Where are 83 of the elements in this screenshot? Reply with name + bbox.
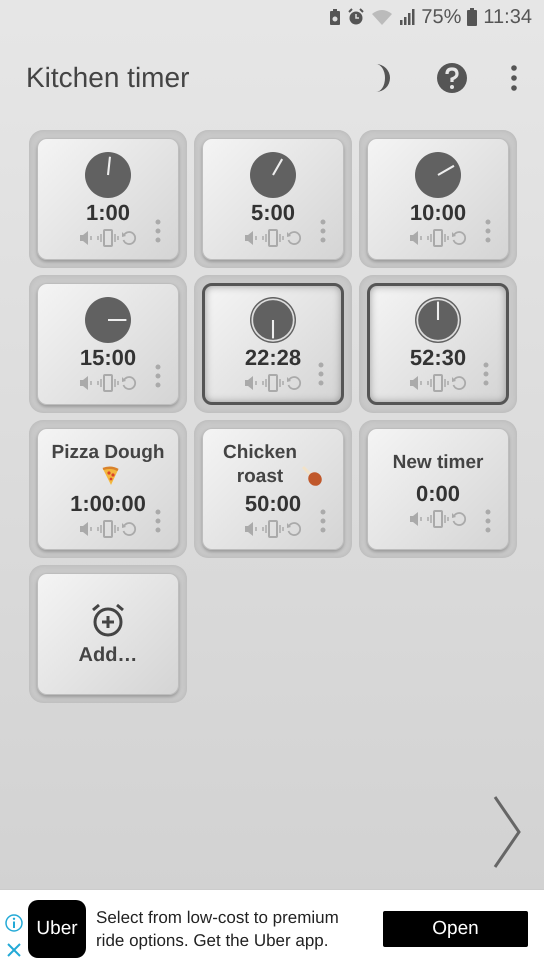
timer-card[interactable]: Pizza Dough 1:00:00 — [37, 428, 179, 550]
dial-icon — [85, 296, 131, 342]
add-alarm-icon — [90, 602, 126, 638]
replay-icon — [286, 520, 302, 536]
dial-icon — [250, 152, 296, 198]
timer-time: 1:00:00 — [70, 490, 146, 516]
add-timer-button[interactable]: Add… — [37, 573, 179, 695]
more-options-icon — [483, 362, 489, 386]
timer-time: 52:30 — [410, 344, 466, 370]
timer-name: New timer — [392, 450, 484, 474]
alarm-icon — [347, 8, 366, 26]
timer-card[interactable]: 10:00 — [367, 138, 509, 260]
dial-icon — [85, 152, 131, 198]
vibrate-icon — [262, 520, 284, 538]
more-options-icon — [320, 509, 326, 533]
replay-icon — [286, 374, 302, 390]
battery-percent: 75% — [421, 6, 462, 28]
dial-icon — [415, 152, 461, 198]
speaker-icon — [409, 230, 425, 244]
vibrate-icon — [262, 374, 284, 392]
vibrate-icon — [427, 228, 449, 246]
clock-time: 11:34 — [483, 6, 532, 28]
speaker-icon — [244, 522, 260, 536]
replay-icon — [121, 230, 137, 246]
more-options-icon — [155, 509, 161, 533]
drumstick-icon — [300, 465, 323, 488]
wifi-icon — [371, 9, 394, 25]
timer-time: 15:00 — [80, 344, 136, 370]
next-page-icon[interactable] — [492, 795, 522, 869]
vibrate-icon — [427, 374, 449, 392]
more-options-icon[interactable] — [510, 65, 518, 91]
replay-icon — [121, 520, 137, 536]
more-options-icon — [155, 364, 161, 388]
timer-card[interactable]: 5:00 — [202, 138, 344, 260]
timer-card[interactable]: 22:28 — [202, 283, 344, 405]
timer-time: 50:00 — [244, 490, 302, 516]
speaker-icon — [79, 230, 95, 244]
timer-card[interactable]: 15:00 — [37, 283, 179, 405]
timer-card[interactable]: Chicken roast 50:00 — [202, 428, 344, 550]
replay-icon — [121, 374, 137, 390]
timer-card[interactable]: New timer 0:00 — [367, 428, 509, 550]
speaker-icon — [409, 512, 425, 526]
ad-text: Select from low-cost to premium ride options. Get the Uber app. — [96, 907, 340, 952]
replay-icon — [451, 374, 467, 390]
more-options-icon — [320, 219, 326, 243]
replay-icon — [286, 230, 302, 246]
timer-time: 5:00 — [250, 200, 296, 226]
speaker-icon — [79, 376, 95, 390]
timer-time: 0:00 — [416, 480, 460, 506]
speaker-icon — [409, 376, 425, 390]
speaker-icon — [79, 522, 95, 536]
vibrate-icon — [262, 228, 284, 246]
app-logo: Uber — [28, 900, 86, 958]
vibrate-icon — [97, 374, 119, 392]
app-title: Kitchen timer — [26, 62, 190, 94]
vibrate-icon — [427, 510, 449, 528]
timer-time: 10:00 — [410, 200, 466, 226]
signal-icon — [399, 9, 416, 25]
vibrate-icon — [97, 520, 119, 538]
more-options-icon — [318, 362, 324, 386]
info-icon[interactable] — [5, 914, 23, 932]
speaker-icon — [244, 230, 260, 244]
pizza-icon — [100, 466, 120, 486]
battery-icon — [467, 8, 478, 26]
more-options-icon — [155, 219, 161, 243]
replay-icon — [451, 510, 467, 526]
close-icon[interactable] — [6, 942, 22, 958]
speaker-icon — [244, 376, 260, 390]
timer-name: Pizza Dough — [52, 440, 164, 464]
dial-icon — [250, 296, 296, 342]
timer-card[interactable]: 52:30 — [367, 283, 509, 405]
battery-saver-icon — [329, 9, 342, 25]
timer-time: 22:28 — [244, 344, 302, 370]
more-options-icon — [485, 509, 491, 533]
replay-icon — [451, 230, 467, 246]
help-icon[interactable] — [436, 62, 468, 94]
timer-name: Chicken roast — [223, 440, 297, 488]
open-button[interactable]: Open — [383, 911, 528, 947]
timer-time: 1:00 — [86, 200, 130, 226]
timer-card[interactable]: 1:00 — [37, 138, 179, 260]
more-options-icon — [485, 219, 491, 243]
dial-icon — [415, 296, 461, 342]
vibrate-icon — [97, 228, 119, 246]
